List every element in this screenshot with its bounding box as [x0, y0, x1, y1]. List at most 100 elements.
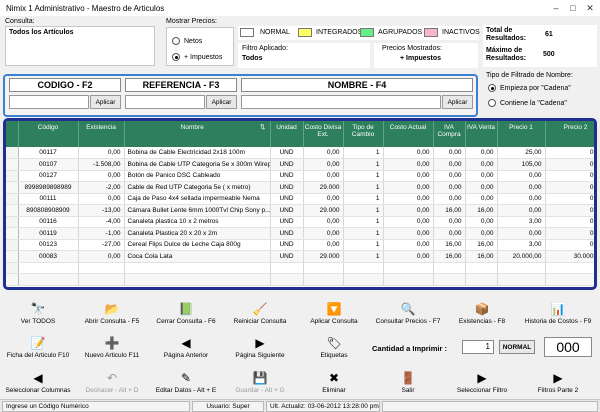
table-cell: 0,00 — [497, 193, 546, 205]
ver-todos-button[interactable]: 🔭 Ver TODOS — [2, 296, 74, 328]
etiquetas-button[interactable]: 🏷 Etiquetas — [298, 330, 370, 362]
print-mode-button[interactable]: NORMAL — [499, 340, 535, 354]
consulta-box[interactable]: Todos los Artículos — [5, 26, 155, 66]
row-selector[interactable] — [6, 227, 19, 240]
col-header-nombre[interactable]: Nombre ⇅ — [124, 121, 271, 147]
row-selector[interactable] — [6, 181, 19, 194]
radio-empieza-por[interactable]: Empieza por "Cadena" — [488, 84, 571, 92]
table-row[interactable]: 00111 0,00 Caja de Paso 4x4 sellada imperm… — [6, 193, 594, 205]
cantidad-imprimir-input[interactable]: 1 — [462, 340, 494, 354]
aplicar-consulta-button[interactable]: 🔽 Aplicar Consulta — [298, 296, 370, 328]
total-label-1: Total de — [486, 27, 513, 34]
radio-contiene[interactable]: Contiene la "Cadena" — [488, 99, 567, 107]
table-cell: 00111 — [18, 193, 79, 205]
table-row[interactable] — [6, 273, 594, 286]
table-row[interactable]: 00116 -4,00 Canaleta plastica 10 x 2 metro… — [6, 216, 594, 228]
existencias-f8-button[interactable]: 📦 Existencias - F8 — [446, 296, 518, 328]
row-selector[interactable] — [6, 273, 19, 286]
status-bar: Ingrese un Código Numérico Usuario: Supe… — [0, 399, 600, 412]
referencia-apply-button[interactable]: Aplicar — [206, 95, 237, 109]
seleccionar-filtro-button[interactable]: ▶ Seleccionar Filtro — [446, 365, 518, 397]
table-row[interactable]: 00107 -1.508,00 Bobina de Cable UTP Catego… — [6, 158, 594, 171]
legend-swatch-inactivos — [424, 28, 438, 37]
col-header-codigo[interactable]: Código — [18, 121, 79, 147]
nombre-input[interactable] — [241, 95, 441, 109]
ficha-del-articulo-f10-button[interactable]: 📝 Ficha del Articulo F10 — [2, 330, 74, 362]
col-header-existencia[interactable]: Existencia — [78, 121, 125, 147]
minimize-icon[interactable]: – — [549, 2, 563, 14]
table-cell: 105,00 — [497, 158, 546, 171]
table-row[interactable]: 00119 -1,00 Canaleta Plastica 20 x 20 x 2m… — [6, 227, 594, 240]
table-row[interactable]: 890808908909 -13,00 Cámara Bullet Lente 6m… — [6, 204, 594, 217]
abrir-consulta-f5-button[interactable]: 📂 Abrir Consulta - F5 — [76, 296, 148, 328]
row-selector[interactable] — [6, 250, 19, 263]
radio-netos[interactable]: Netos — [172, 37, 202, 45]
close-icon[interactable]: ✕ — [583, 2, 597, 14]
table-cell — [303, 273, 344, 286]
maximize-icon[interactable]: □ — [566, 2, 580, 14]
table-cell: 1 — [343, 181, 384, 194]
col-header-precio-2[interactable]: Precio 2 — [545, 121, 594, 147]
filter-icon: 🔽 — [326, 302, 342, 316]
filtros-parte-2-button[interactable]: ▶ Filtros Parte 2 — [520, 365, 596, 397]
row-selector[interactable] — [6, 147, 19, 159]
col-header-iva-venta[interactable]: IVA Venta — [465, 121, 498, 147]
editar-datos-alt-e-button[interactable]: ✎ Editar Datos - Alt + E — [150, 365, 222, 397]
radio-impuestos[interactable]: + Impuestos — [172, 53, 222, 61]
table-cell: 890808908909 — [18, 204, 79, 217]
p-gina-siguiente-button[interactable]: ▶ Página Siguiente — [224, 330, 296, 362]
delete-x-icon: ✖ — [328, 371, 340, 385]
table-cell: UND — [270, 227, 304, 240]
row-selector[interactable] — [6, 193, 19, 205]
row-selector[interactable] — [6, 262, 19, 274]
table-cell: 1 — [343, 250, 384, 263]
table-cell: 0,00 — [433, 181, 466, 194]
table-row[interactable]: 8998989898989 -2,00 Cable de Red UTP Categ… — [6, 181, 594, 194]
table-cell: 1 — [343, 193, 384, 205]
col-header-iva-compra[interactable]: IVA Compra — [433, 121, 466, 147]
nombre-apply-button[interactable]: Aplicar — [442, 95, 473, 109]
eliminar-button[interactable]: ✖ Eliminar — [298, 365, 370, 397]
table-row[interactable]: 00123 -27,00 Cereal Flips Dulce de Leche C… — [6, 239, 594, 251]
radio-icon — [488, 84, 496, 92]
table-row[interactable]: 00127 0,00 Botón de Panico DSC Cableado UND… — [6, 170, 594, 182]
row-selector[interactable] — [6, 204, 19, 217]
table-cell: 29.000 — [303, 250, 344, 263]
right-arrow-icon: ▶ — [255, 336, 265, 350]
deshacer-alt-d-button[interactable]: ↶ Deshacer - Alt + D — [76, 365, 148, 397]
consultar-precios-f7-button[interactable]: 🔍 Consultar Precios - F7 — [372, 296, 444, 328]
table-row[interactable] — [6, 262, 594, 274]
row-selector[interactable] — [6, 216, 19, 228]
toolbar-button-label: Deshacer - Alt + D — [85, 387, 139, 394]
table-row[interactable]: 00117 0,00 Bobina de Cable Electricidad 2x… — [6, 147, 594, 159]
table-cell — [78, 273, 125, 286]
historia-de-costos-f9-button[interactable]: 📊 Historia de Costos - F9 — [520, 296, 596, 328]
table-cell: UND — [270, 181, 304, 194]
table-cell: 0,00 — [465, 181, 498, 194]
guardar-alt-g-button[interactable]: 💾 Guardar - Alt + G — [224, 365, 296, 397]
codigo-input[interactable] — [9, 95, 89, 109]
row-selector[interactable] — [6, 170, 19, 182]
row-selector[interactable] — [6, 158, 19, 171]
col-header-unidad[interactable]: Unidad — [270, 121, 304, 147]
cerrar-consulta-f6-button[interactable]: 📗 Cerrar Consulta - F6 — [150, 296, 222, 328]
seleccionar-columnas-button[interactable]: ◀ Seleccionar Columnas — [2, 365, 74, 397]
p-gina-anterior-button[interactable]: ◀ Página Anterior — [150, 330, 222, 362]
col-header-costo-divisa[interactable]: Costo Divisa Ext. — [303, 121, 344, 147]
col-header-precio-1[interactable]: Precio 1 — [497, 121, 546, 147]
salir-button[interactable]: 🚪 Salir — [372, 365, 444, 397]
radio-icon — [172, 37, 180, 45]
table-cell: -4,00 — [78, 216, 125, 228]
codigo-apply-button[interactable]: Aplicar — [90, 95, 121, 109]
referencia-input[interactable] — [125, 95, 205, 109]
row-selector[interactable] — [6, 239, 19, 251]
col-header-tipo-cambio[interactable]: Tipo de Cambio — [343, 121, 384, 147]
reiniciar-consulta-button[interactable]: 🧹 Reiniciar Consulta — [224, 296, 296, 328]
table-cell — [270, 273, 304, 286]
table-row[interactable]: 00083 0,00 Coca Cola Lata UND 29.000 1 0,00 16,… — [6, 250, 594, 263]
col-header-nombre-label: Nombre — [180, 124, 204, 131]
nuevo-articulo-f11-button[interactable]: ➕ Nuevo Articulo F11 — [76, 330, 148, 362]
articles-grid[interactable]: Código Existencia Nombre ⇅ Unidad Costo D… — [3, 118, 597, 290]
col-header-costo-actual[interactable]: Costo Actual — [383, 121, 434, 147]
table-cell: 0,00 — [303, 158, 344, 171]
